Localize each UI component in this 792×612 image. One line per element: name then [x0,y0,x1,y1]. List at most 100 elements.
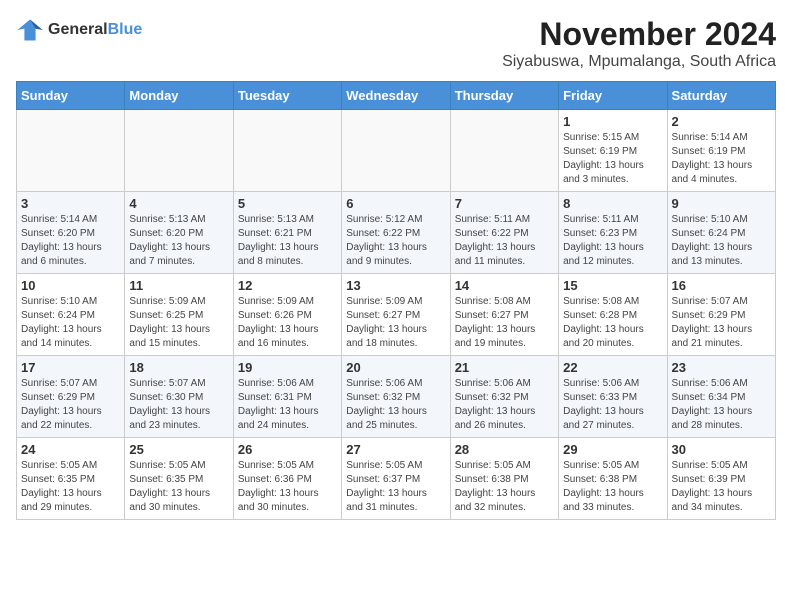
day-number: 30 [672,442,771,457]
day-info: Sunrise: 5:13 AMSunset: 6:21 PMDaylight:… [238,213,337,269]
day-number: 16 [672,278,771,293]
day-number: 17 [21,360,120,375]
weekday-header-thursday: Thursday [450,82,558,110]
day-info: Sunrise: 5:07 AMSunset: 6:29 PMDaylight:… [21,377,120,433]
calendar-cell: 16 Sunrise: 5:07 AMSunset: 6:29 PMDayligh… [667,274,775,356]
day-info: Sunrise: 5:11 AMSunset: 6:22 PMDaylight:… [455,213,554,269]
day-number: 7 [455,196,554,211]
calendar-cell: 27Sunrise: 5:05 AMSunset: 6:37 PMDayligh… [342,438,450,520]
logo-icon [16,16,44,44]
day-number: 3 [21,196,120,211]
calendar-cell: 17 Sunrise: 5:07 AMSunset: 6:29 PMDayligh… [17,356,125,438]
calendar-cell [17,110,125,192]
day-info: Sunrise: 5:08 AMSunset: 6:27 PMDaylight:… [455,295,554,351]
page-header: GeneralBlue November 2024 Siyabuswa, Mpu… [16,16,776,71]
calendar-cell: 10 Sunrise: 5:10 AMSunset: 6:24 PMDayligh… [17,274,125,356]
calendar-cell: 15 Sunrise: 5:08 AMSunset: 6:28 PMDayligh… [559,274,667,356]
calendar-cell: 19 Sunrise: 5:06 AMSunset: 6:31 PMDayligh… [233,356,341,438]
calendar-cell: 2Sunrise: 5:14 AMSunset: 6:19 PMDaylight… [667,110,775,192]
calendar-subtitle: Siyabuswa, Mpumalanga, South Africa [502,53,776,71]
weekday-header-friday: Friday [559,82,667,110]
calendar-week-2: 3 Sunrise: 5:14 AMSunset: 6:20 PMDaylight… [17,192,776,274]
day-info: Sunrise: 5:09 AMSunset: 6:25 PMDaylight:… [129,295,228,351]
calendar-cell: 23 Sunrise: 5:06 AMSunset: 6:34 PMDayligh… [667,356,775,438]
day-number: 11 [129,278,228,293]
day-info: Sunrise: 5:08 AMSunset: 6:28 PMDaylight:… [563,295,662,351]
weekday-header-tuesday: Tuesday [233,82,341,110]
calendar-week-3: 10 Sunrise: 5:10 AMSunset: 6:24 PMDayligh… [17,274,776,356]
day-info: Sunrise: 5:05 AMSunset: 6:37 PMDaylight:… [346,459,445,515]
day-number: 13 [346,278,445,293]
calendar-cell: 7 Sunrise: 5:11 AMSunset: 6:22 PMDaylight… [450,192,558,274]
day-number: 10 [21,278,120,293]
calendar-cell: 20 Sunrise: 5:06 AMSunset: 6:32 PMDayligh… [342,356,450,438]
day-number: 14 [455,278,554,293]
day-number: 20 [346,360,445,375]
day-number: 6 [346,196,445,211]
day-info: Sunrise: 5:05 AMSunset: 6:38 PMDaylight:… [563,459,662,515]
weekday-header-saturday: Saturday [667,82,775,110]
title-block: November 2024 Siyabuswa, Mpumalanga, Sou… [502,16,776,71]
day-info: Sunrise: 5:10 AMSunset: 6:24 PMDaylight:… [21,295,120,351]
calendar-week-5: 24 Sunrise: 5:05 AMSunset: 6:35 PMDayligh… [17,438,776,520]
day-info: Sunrise: 5:05 AMSunset: 6:38 PMDaylight:… [455,459,554,515]
calendar-cell: 22Sunrise: 5:06 AMSunset: 6:33 PMDayligh… [559,356,667,438]
calendar-cell: 13Sunrise: 5:09 AMSunset: 6:27 PMDayligh… [342,274,450,356]
calendar-cell: 26 Sunrise: 5:05 AMSunset: 6:36 PMDayligh… [233,438,341,520]
calendar-cell: 8 Sunrise: 5:11 AMSunset: 6:23 PMDaylight… [559,192,667,274]
day-info: Sunrise: 5:11 AMSunset: 6:23 PMDaylight:… [563,213,662,269]
day-info: Sunrise: 5:07 AMSunset: 6:30 PMDaylight:… [129,377,228,433]
calendar-cell: 28 Sunrise: 5:05 AMSunset: 6:38 PMDayligh… [450,438,558,520]
day-number: 28 [455,442,554,457]
day-number: 29 [563,442,662,457]
calendar-week-4: 17 Sunrise: 5:07 AMSunset: 6:29 PMDayligh… [17,356,776,438]
day-info: Sunrise: 5:06 AMSunset: 6:32 PMDaylight:… [455,377,554,433]
day-info: Sunrise: 5:09 AMSunset: 6:26 PMDaylight:… [238,295,337,351]
calendar-cell: 9 Sunrise: 5:10 AMSunset: 6:24 PMDaylight… [667,192,775,274]
calendar-cell: 12Sunrise: 5:09 AMSunset: 6:26 PMDayligh… [233,274,341,356]
calendar-cell: 1Sunrise: 5:15 AMSunset: 6:19 PMDaylight… [559,110,667,192]
day-info: Sunrise: 5:05 AMSunset: 6:36 PMDaylight:… [238,459,337,515]
calendar-cell [125,110,233,192]
day-number: 8 [563,196,662,211]
day-info: Sunrise: 5:05 AMSunset: 6:35 PMDaylight:… [21,459,120,515]
day-info: Sunrise: 5:06 AMSunset: 6:32 PMDaylight:… [346,377,445,433]
day-info: Sunrise: 5:06 AMSunset: 6:33 PMDaylight:… [563,377,662,433]
day-number: 18 [129,360,228,375]
day-number: 2 [672,114,771,129]
calendar-cell: 30 Sunrise: 5:05 AMSunset: 6:39 PMDayligh… [667,438,775,520]
day-number: 5 [238,196,337,211]
calendar-week-1: 1Sunrise: 5:15 AMSunset: 6:19 PMDaylight… [17,110,776,192]
day-number: 21 [455,360,554,375]
day-info: Sunrise: 5:12 AMSunset: 6:22 PMDaylight:… [346,213,445,269]
day-number: 4 [129,196,228,211]
calendar-header-row: SundayMondayTuesdayWednesdayThursdayFrid… [17,82,776,110]
calendar-cell: 5 Sunrise: 5:13 AMSunset: 6:21 PMDaylight… [233,192,341,274]
weekday-header-monday: Monday [125,82,233,110]
calendar-cell: 14 Sunrise: 5:08 AMSunset: 6:27 PMDayligh… [450,274,558,356]
weekday-header-sunday: Sunday [17,82,125,110]
day-number: 9 [672,196,771,211]
calendar-cell: 6 Sunrise: 5:12 AMSunset: 6:22 PMDaylight… [342,192,450,274]
day-info: Sunrise: 5:15 AMSunset: 6:19 PMDaylight:… [563,131,662,187]
day-info: Sunrise: 5:06 AMSunset: 6:34 PMDaylight:… [672,377,771,433]
calendar-cell: 4 Sunrise: 5:13 AMSunset: 6:20 PMDaylight… [125,192,233,274]
calendar-cell [342,110,450,192]
day-info: Sunrise: 5:07 AMSunset: 6:29 PMDaylight:… [672,295,771,351]
day-number: 23 [672,360,771,375]
day-info: Sunrise: 5:06 AMSunset: 6:31 PMDaylight:… [238,377,337,433]
day-info: Sunrise: 5:10 AMSunset: 6:24 PMDaylight:… [672,213,771,269]
day-number: 19 [238,360,337,375]
day-number: 15 [563,278,662,293]
weekday-header-wednesday: Wednesday [342,82,450,110]
calendar-cell: 24 Sunrise: 5:05 AMSunset: 6:35 PMDayligh… [17,438,125,520]
day-number: 24 [21,442,120,457]
day-info: Sunrise: 5:05 AMSunset: 6:39 PMDaylight:… [672,459,771,515]
day-info: Sunrise: 5:14 AMSunset: 6:20 PMDaylight:… [21,213,120,269]
calendar-cell [233,110,341,192]
calendar-cell: 18 Sunrise: 5:07 AMSunset: 6:30 PMDayligh… [125,356,233,438]
day-number: 26 [238,442,337,457]
calendar-cell: 3 Sunrise: 5:14 AMSunset: 6:20 PMDaylight… [17,192,125,274]
day-info: Sunrise: 5:13 AMSunset: 6:20 PMDaylight:… [129,213,228,269]
calendar-cell: 21 Sunrise: 5:06 AMSunset: 6:32 PMDayligh… [450,356,558,438]
